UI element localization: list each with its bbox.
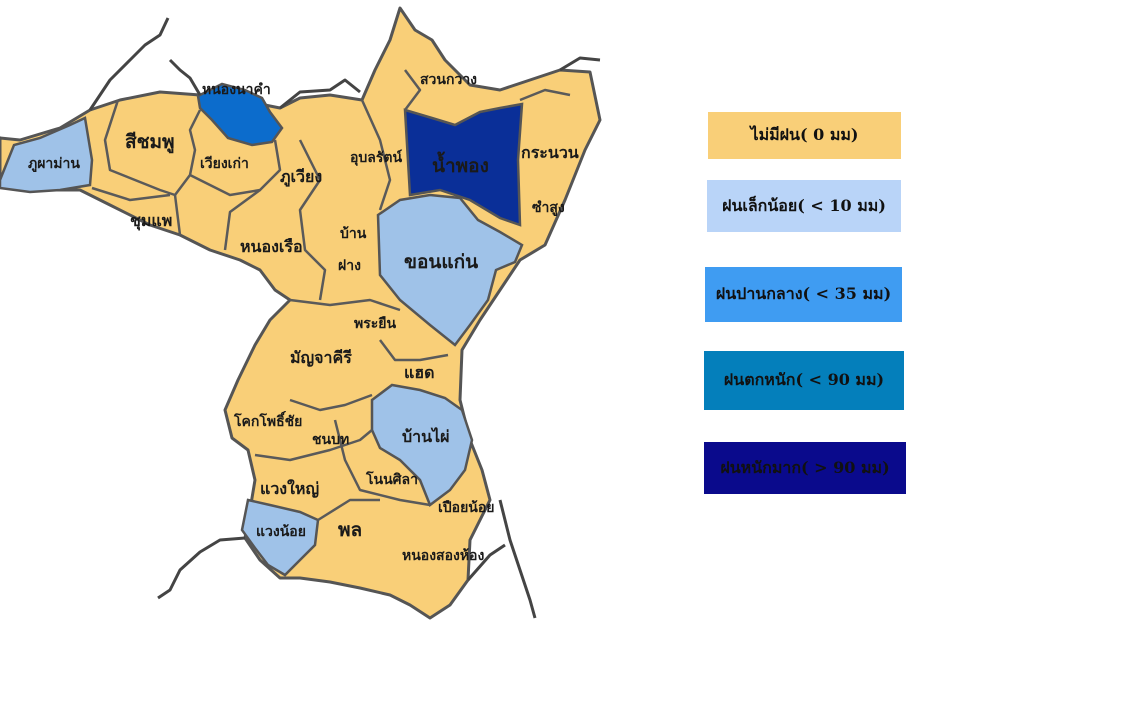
label-nam-phong: น้ำพอง [432,151,489,177]
legend-item-very-heavy-rain: ฝนหนักมาก( > 90 มม) [704,442,906,494]
label-phra-yuen: พระยืน [354,316,396,332]
label-ubolratana: อุบลรัตน์ [350,149,402,166]
label-si-chomphu: สีชมพู [125,131,175,154]
province-map: ภูผาม่าน สีชมพู หนองนาคำ เวียงเก่า ภูเวี… [0,6,602,620]
label-ban-phai: บ้านไผ่ [402,427,450,446]
legend-label: ฝนเล็กน้อย( < 10 มม) [722,195,886,215]
label-nong-ruea: หนองเรือ [240,237,303,256]
label-pueai-noi: เปือยน้อย [438,500,494,516]
label-ban-fang-1: บ้าน [340,226,367,242]
label-sam-sung: ซำสูง [532,200,565,216]
label-nong-song-hong: หนองสองห้อง [402,548,484,564]
label-chum-phae: ชุมแพ [130,211,172,231]
label-suan-kwang: สวนกวาง [420,72,477,88]
label-haet: แฮด [404,363,434,382]
label-phu-wiang: ภูเวียง [280,167,322,188]
legend-label: ฝนหนักมาก( > 90 มม) [720,457,890,477]
label-waeng-noi: แวงน้อย [256,524,306,540]
label-ban-fang-2: ฝาง [338,258,361,274]
legend-label: ฝนปานกลาง( < 35 มม) [715,284,892,303]
label-non-sila: โนนศิลา [365,470,418,488]
label-kranuan: กระนวน [521,143,579,162]
district-phu-pha-man [0,116,94,194]
label-wiang-kao: เวียงเก่า [200,156,249,172]
label-mancha-khiri: มัญจาคีรี [290,348,352,368]
label-phon: พล [338,519,362,541]
legend-item-moderate-rain: ฝนปานกลาง( < 35 มม) [705,267,902,322]
label-nong-na-kham: หนองนาคำ [202,82,271,98]
legend-item-no-rain: ไม่มีฝน( 0 มม) [708,112,901,159]
legend-label: ไม่มีฝน( 0 มม) [750,125,859,144]
label-khon-kaen: ขอนแก่น [404,251,478,273]
legend-label: ฝนตกหนัก( < 90 มม) [723,370,885,389]
legend-item-heavy-rain: ฝนตกหนัก( < 90 มม) [704,351,904,410]
label-phu-pha-man: ภูผาม่าน [28,156,80,172]
legend-item-light-rain: ฝนเล็กน้อย( < 10 มม) [707,180,901,232]
label-chonnabot: ชนบท [312,432,349,448]
label-waeng-yai: แวงใหญ่ [260,479,319,499]
